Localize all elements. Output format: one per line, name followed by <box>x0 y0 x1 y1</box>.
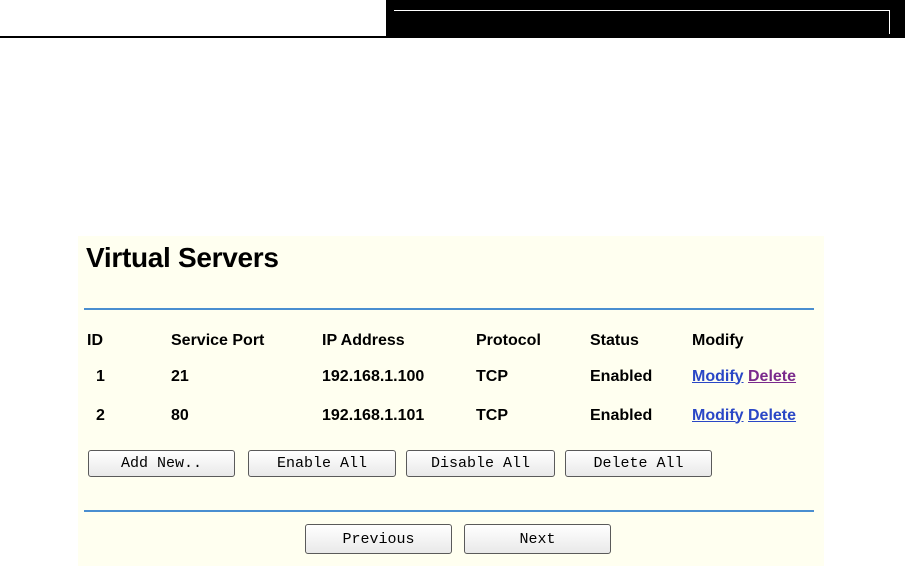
cell-service-port: 80 <box>171 406 189 424</box>
header-modify: Modify <box>692 331 744 349</box>
cell-id: 2 <box>96 406 105 424</box>
header-ip-address: IP Address <box>322 331 405 349</box>
header-protocol: Protocol <box>476 331 541 349</box>
delete-link[interactable]: Delete <box>748 407 796 424</box>
cell-id: 1 <box>96 367 105 385</box>
next-button[interactable]: Next <box>464 524 611 554</box>
header-status: Status <box>590 331 639 349</box>
cell-service-port: 21 <box>171 367 189 385</box>
table-row: 2 80 192.168.1.101 TCP Enabled Modify De… <box>84 396 822 435</box>
modify-link[interactable]: Modify <box>692 368 744 385</box>
cell-ip-address: 192.168.1.101 <box>322 406 425 424</box>
delete-all-button[interactable]: Delete All <box>565 450 712 477</box>
cell-ip-address: 192.168.1.100 <box>322 367 425 385</box>
table-header-row: ID Service Port IP Address Protocol Stat… <box>84 324 822 357</box>
table-row: 1 21 192.168.1.100 TCP Enabled Modify De… <box>84 357 822 396</box>
header-id: ID <box>87 331 103 349</box>
footer-divider <box>84 510 814 512</box>
cell-modify: Modify Delete <box>692 357 822 396</box>
page-title: Virtual Servers <box>86 242 279 273</box>
cell-status: Enabled <box>590 367 653 385</box>
header-service-port: Service Port <box>171 331 265 349</box>
disable-all-button[interactable]: Disable All <box>406 450 555 477</box>
virtual-servers-table: ID Service Port IP Address Protocol Stat… <box>84 324 822 435</box>
add-new-button[interactable]: Add New.. <box>88 450 235 477</box>
virtual-servers-panel: Virtual Servers ID Service Port IP Addre… <box>78 236 824 566</box>
cell-modify: Modify Delete <box>692 396 822 435</box>
title-divider <box>84 308 814 310</box>
modify-link[interactable]: Modify <box>692 407 744 424</box>
previous-button[interactable]: Previous <box>305 524 452 554</box>
delete-link[interactable]: Delete <box>748 368 796 385</box>
header-bar-inner-frame <box>394 10 890 34</box>
enable-all-button[interactable]: Enable All <box>248 450 396 477</box>
header-rule-left <box>0 36 386 38</box>
cell-protocol: TCP <box>476 367 508 385</box>
cell-protocol: TCP <box>476 406 508 424</box>
cell-status: Enabled <box>590 406 653 424</box>
